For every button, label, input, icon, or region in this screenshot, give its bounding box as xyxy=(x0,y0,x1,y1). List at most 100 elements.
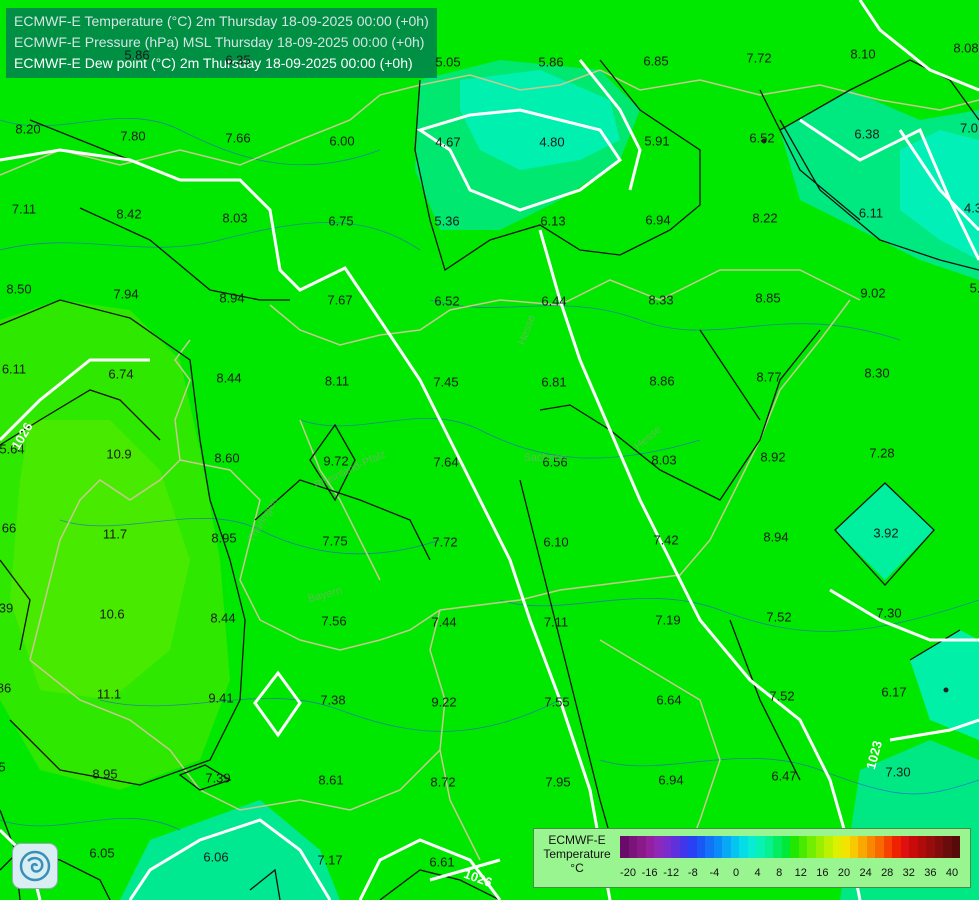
legend-color-swatch xyxy=(841,836,850,858)
legend-color-swatch xyxy=(654,836,663,858)
legend-color-swatch xyxy=(645,836,654,858)
legend-color-swatch xyxy=(679,836,688,858)
map-value: 11.1 xyxy=(96,686,122,702)
map-value: 7.75 xyxy=(322,533,348,549)
map-value: 6.75 xyxy=(328,213,354,229)
map-value: 7.55 xyxy=(544,694,570,710)
map-value: 6.06 xyxy=(203,849,229,865)
legend-color-swatch xyxy=(662,836,671,858)
map-value: 7.17 xyxy=(317,852,343,868)
map-value: 6.52 xyxy=(749,130,775,146)
map-canvas[interactable] xyxy=(0,0,979,900)
dewpoint-title[interactable]: ECMWF-E Dew point (°C) 2m Thursday 18-09… xyxy=(14,53,429,74)
map-value: 8.03 xyxy=(651,452,677,468)
legend-color-swatch xyxy=(926,836,935,858)
map-value: 8.11 xyxy=(324,373,350,389)
map-value: 8.08 xyxy=(953,40,979,56)
map-value: 6.94 xyxy=(645,212,671,228)
legend-color-swatch xyxy=(747,836,756,858)
legend-color-swatch xyxy=(628,836,637,858)
legend-color-swatch xyxy=(807,836,816,858)
map-value: 8.85 xyxy=(755,290,781,306)
map-value: 8.95 xyxy=(211,530,237,546)
legend-color-swatch xyxy=(951,836,960,858)
map-value: 6.64 xyxy=(656,692,682,708)
legend-color-swatch xyxy=(773,836,782,858)
map-value: 8.72 xyxy=(430,774,456,790)
map-value: 8.42 xyxy=(116,206,142,222)
map-value: 39 xyxy=(0,600,14,616)
map-value: 7.30 xyxy=(885,764,911,780)
map-value: 7.67 xyxy=(327,292,353,308)
legend-color-swatch xyxy=(637,836,646,858)
map-value: 9.02 xyxy=(860,285,886,301)
legend-tick-label: 32 xyxy=(902,867,915,879)
map-value: 7.11 xyxy=(543,614,569,630)
map-value: 7.11 xyxy=(11,201,37,217)
map-value: 8.44 xyxy=(216,370,242,386)
map-value: 8.30 xyxy=(864,365,890,381)
legend-tick-label: -16 xyxy=(641,867,658,879)
legend-color-swatch xyxy=(858,836,867,858)
map-value: 11.7 xyxy=(102,526,128,542)
legend-tick-label: 20 xyxy=(837,867,851,879)
map-value: 4.80 xyxy=(539,134,565,150)
map-value: 9.22 xyxy=(431,694,457,710)
map-value: 7.52 xyxy=(769,688,795,704)
legend-ticks: -20 -16 -12 -8 -4 0 4 8 12 16 20 24 28 32 36 40 xyxy=(620,867,960,881)
legend-title-line: Temperature xyxy=(543,847,611,861)
legend-title-line: °C xyxy=(570,861,584,875)
legend-color-swatch xyxy=(790,836,799,858)
map-value: 4.3 xyxy=(963,200,979,216)
map-value: 5 xyxy=(0,759,6,775)
legend-color-swatch xyxy=(764,836,773,858)
map-value: 8.61 xyxy=(318,772,344,788)
map-value: 3.92 xyxy=(873,525,899,541)
map-value: 10.6 xyxy=(99,606,125,622)
legend-color-swatch xyxy=(798,836,807,858)
map-value: 6.85 xyxy=(643,53,669,69)
map-value: 6.11 xyxy=(858,205,884,221)
legend-color-swatch xyxy=(739,836,748,858)
legend-tick-label: -12 xyxy=(663,867,680,879)
map-value: 6.13 xyxy=(540,213,566,229)
map-value: 7.30 xyxy=(876,605,902,621)
temperature-title[interactable]: ECMWF-E Temperature (°C) 2m Thursday 18-… xyxy=(14,11,429,32)
pressure-title[interactable]: ECMWF-E Pressure (hPa) MSL Thursday 18-0… xyxy=(14,32,429,53)
map-value: 7.44 xyxy=(431,614,457,630)
map-value: 8.86 xyxy=(649,373,675,389)
legend-color-swatch xyxy=(875,836,884,858)
map-value: 8.20 xyxy=(15,121,41,137)
map-value: 8.33 xyxy=(648,292,674,308)
map-value: 5.86 xyxy=(124,47,150,63)
map-value: 8.95 xyxy=(92,766,118,782)
map-value: 6.81 xyxy=(541,374,567,390)
legend-tick-label: 8 xyxy=(776,867,783,879)
map-value: 6.61 xyxy=(429,854,455,870)
legend-color-swatch xyxy=(696,836,705,858)
legend-tick-label: 36 xyxy=(924,867,937,879)
map-value: 7.64 xyxy=(433,454,459,470)
legend-color-swatch xyxy=(781,836,790,858)
map-value: 6.17 xyxy=(881,684,907,700)
map-value: 8.94 xyxy=(763,529,789,545)
map-value: 8.50 xyxy=(6,281,32,297)
legend-color-swatch xyxy=(671,836,680,858)
map-value: 7.39 xyxy=(205,770,231,786)
map-value: 7.45 xyxy=(433,374,459,390)
map-value: 6.94 xyxy=(658,772,684,788)
map-value: 5.91 xyxy=(644,133,670,149)
map-value: 6.44 xyxy=(541,293,567,309)
legend-color-swatch xyxy=(892,836,901,858)
map-value: 6.05 xyxy=(89,845,115,861)
title-box: ECMWF-E Temperature (°C) 2m Thursday 18-… xyxy=(6,8,437,78)
legend-color-swatch xyxy=(620,836,629,858)
legend-tick-label: 24 xyxy=(859,867,872,879)
legend-color-swatch xyxy=(849,836,858,858)
map-value: 7.42 xyxy=(653,532,679,548)
map-value: 5.05 xyxy=(435,54,461,70)
map-value: 7.95 xyxy=(545,774,571,790)
legend-color-swatch xyxy=(909,836,918,858)
legend-title: ECMWF-E Temperature °C xyxy=(540,833,614,875)
map-value: 7.80 xyxy=(120,128,146,144)
